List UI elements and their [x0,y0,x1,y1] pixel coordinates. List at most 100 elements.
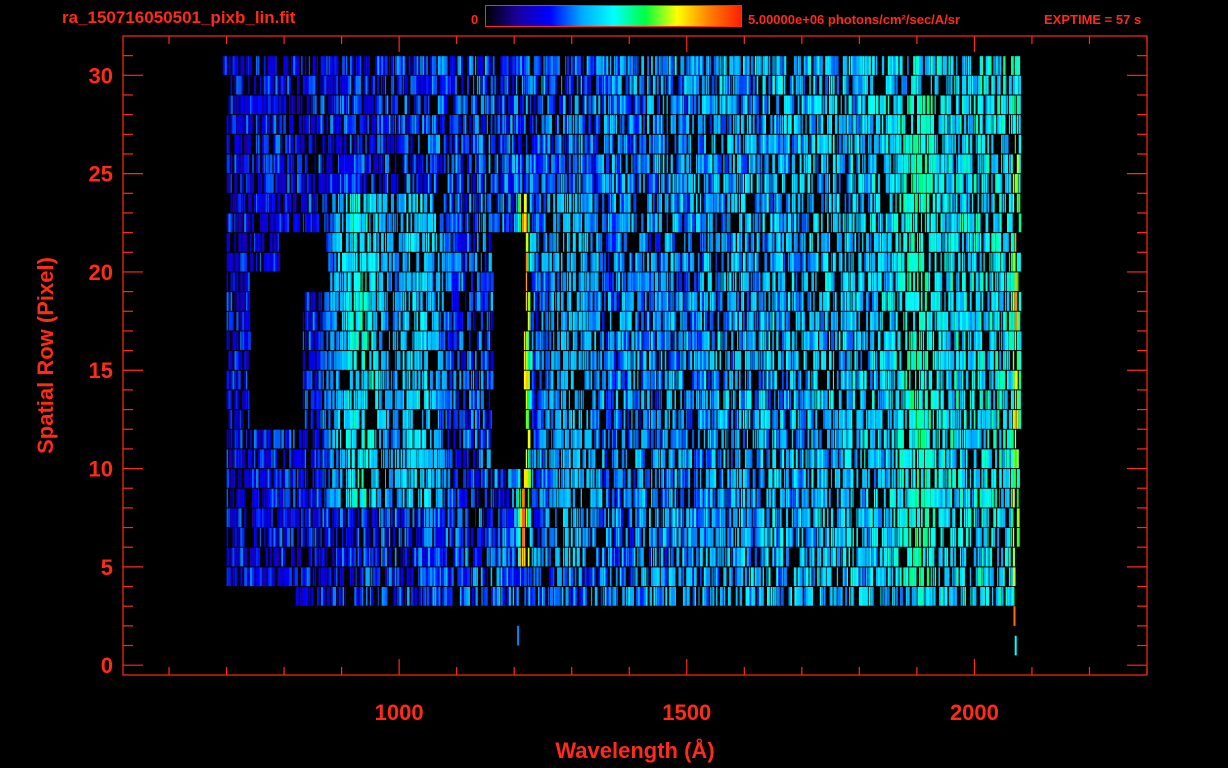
spectrum-pixel [330,292,333,311]
spectrum-pixel [852,488,854,508]
spectrum-pixel [504,547,507,567]
spectrum-pixel [367,508,369,528]
spectrum-pixel [297,508,300,528]
spectrum-pixel [645,370,648,390]
spectrum-pixel [428,508,430,528]
spectrum-pixel [811,272,814,292]
spectrum-pixel [793,252,796,272]
spectrum-pixel [240,311,243,331]
spectrum-pixel [827,449,829,469]
spectrum-pixel [793,410,796,429]
spectrum-pixel [948,469,952,488]
spectrum-pixel [868,567,871,587]
spectrum-pixel [674,351,677,370]
spectrum-pixel [805,449,807,469]
spectrum-pixel [811,469,814,488]
spectrum-pixel [381,233,384,252]
spectrum-pixel [332,331,335,351]
spectrum-pixel [557,272,560,292]
spectrum-pixel [430,370,433,390]
spectrum-pixel [611,449,614,469]
spectrum-pixel [525,508,528,528]
spectrum-pixel [357,508,359,528]
spectrum-pixel [275,233,277,252]
spectrum-pixel [803,252,806,272]
spectrum-pixel [954,488,957,508]
spectrum-pixel [232,370,235,390]
spectrum-pixel [866,233,869,252]
spectrum-pixel [598,292,601,311]
spectrum-pixel [373,272,376,292]
spectrum-pixel [307,587,309,606]
spectrum-pixel [862,429,864,449]
spectrum-pixel [623,567,626,587]
spectrum-pixel [647,252,649,272]
spectrum-pixel [684,252,687,272]
spectrum-pixel [780,508,782,528]
spectrum-pixel [334,587,336,606]
spectrum-pixel [635,508,637,528]
spectrum-pixel [230,351,233,370]
spectrum-pixel [995,429,997,449]
spectrum-pixel [952,449,955,469]
spectrum-pixel [637,528,640,547]
spectrum-pixel [931,587,933,606]
spectrum-pixel [703,370,707,390]
spectrum-pixel [490,331,492,351]
spectrum-pixel [899,488,902,508]
spectrum-pixel [852,528,854,547]
spectrum-pixel [385,469,386,488]
spectrum-pixel [964,587,966,606]
spectrum-pixel [289,469,291,488]
spectrum-pixel [838,547,840,567]
spectrum-pixel [903,390,905,410]
spectrum-pixel [682,488,685,508]
spectrum-pixel [862,547,865,567]
spectrum-pixel [766,311,769,331]
spectrum-pixel [989,272,991,292]
spectrum-pixel [418,390,420,410]
spectrum-pixel [557,311,559,331]
spectrum-pixel [928,252,931,272]
spectrum-pixel [676,252,679,272]
spectrum-pixel [336,547,338,567]
spectrum-pixel [570,429,573,449]
spectrum-pixel [844,410,847,429]
spectrum-pixel [1008,528,1011,547]
spectrum-pixel [541,547,544,567]
spectrum-pixel [766,390,768,410]
spectrum-pixel [545,449,547,469]
spectrum-pixel [830,528,833,547]
spectrum-pixel [608,429,610,449]
spectrum-pixel [746,311,749,331]
spectrum-pixel [347,331,350,351]
spectrum-pixel [948,292,951,311]
spectrum-pixel [480,311,484,331]
spectrum-pixel [948,331,951,351]
spectrum-pixel [453,311,456,331]
spectrum-pixel [836,311,838,331]
spectrum-pixel [754,508,757,528]
spectrum-pixel [396,449,400,469]
spectrum-pixel [862,272,865,292]
spectrum-pixel [846,567,848,587]
spectrum-pixel [544,587,546,606]
spectrum-pixel [926,410,929,429]
spectrum-pixel [302,469,305,488]
spectrum-pixel [909,272,912,292]
spectrum-pixel [369,587,372,606]
spectrum-pixel [592,508,594,528]
spectrum-pixel [402,292,404,311]
spectrum-pixel [674,528,677,547]
spectrum-pixel [369,528,371,547]
spectrum-pixel [676,292,678,311]
spectrum-pixel [727,272,729,292]
spectrum-pixel [383,528,385,547]
spectrum-pixel [717,528,719,547]
spectrum-pixel [441,469,443,488]
spectrum-pixel [637,508,640,528]
spectrum-pixel [484,233,487,252]
spectrum-pixel [1013,587,1015,606]
spectrum-pixel [338,272,340,292]
spectrum-pixel [253,488,257,508]
